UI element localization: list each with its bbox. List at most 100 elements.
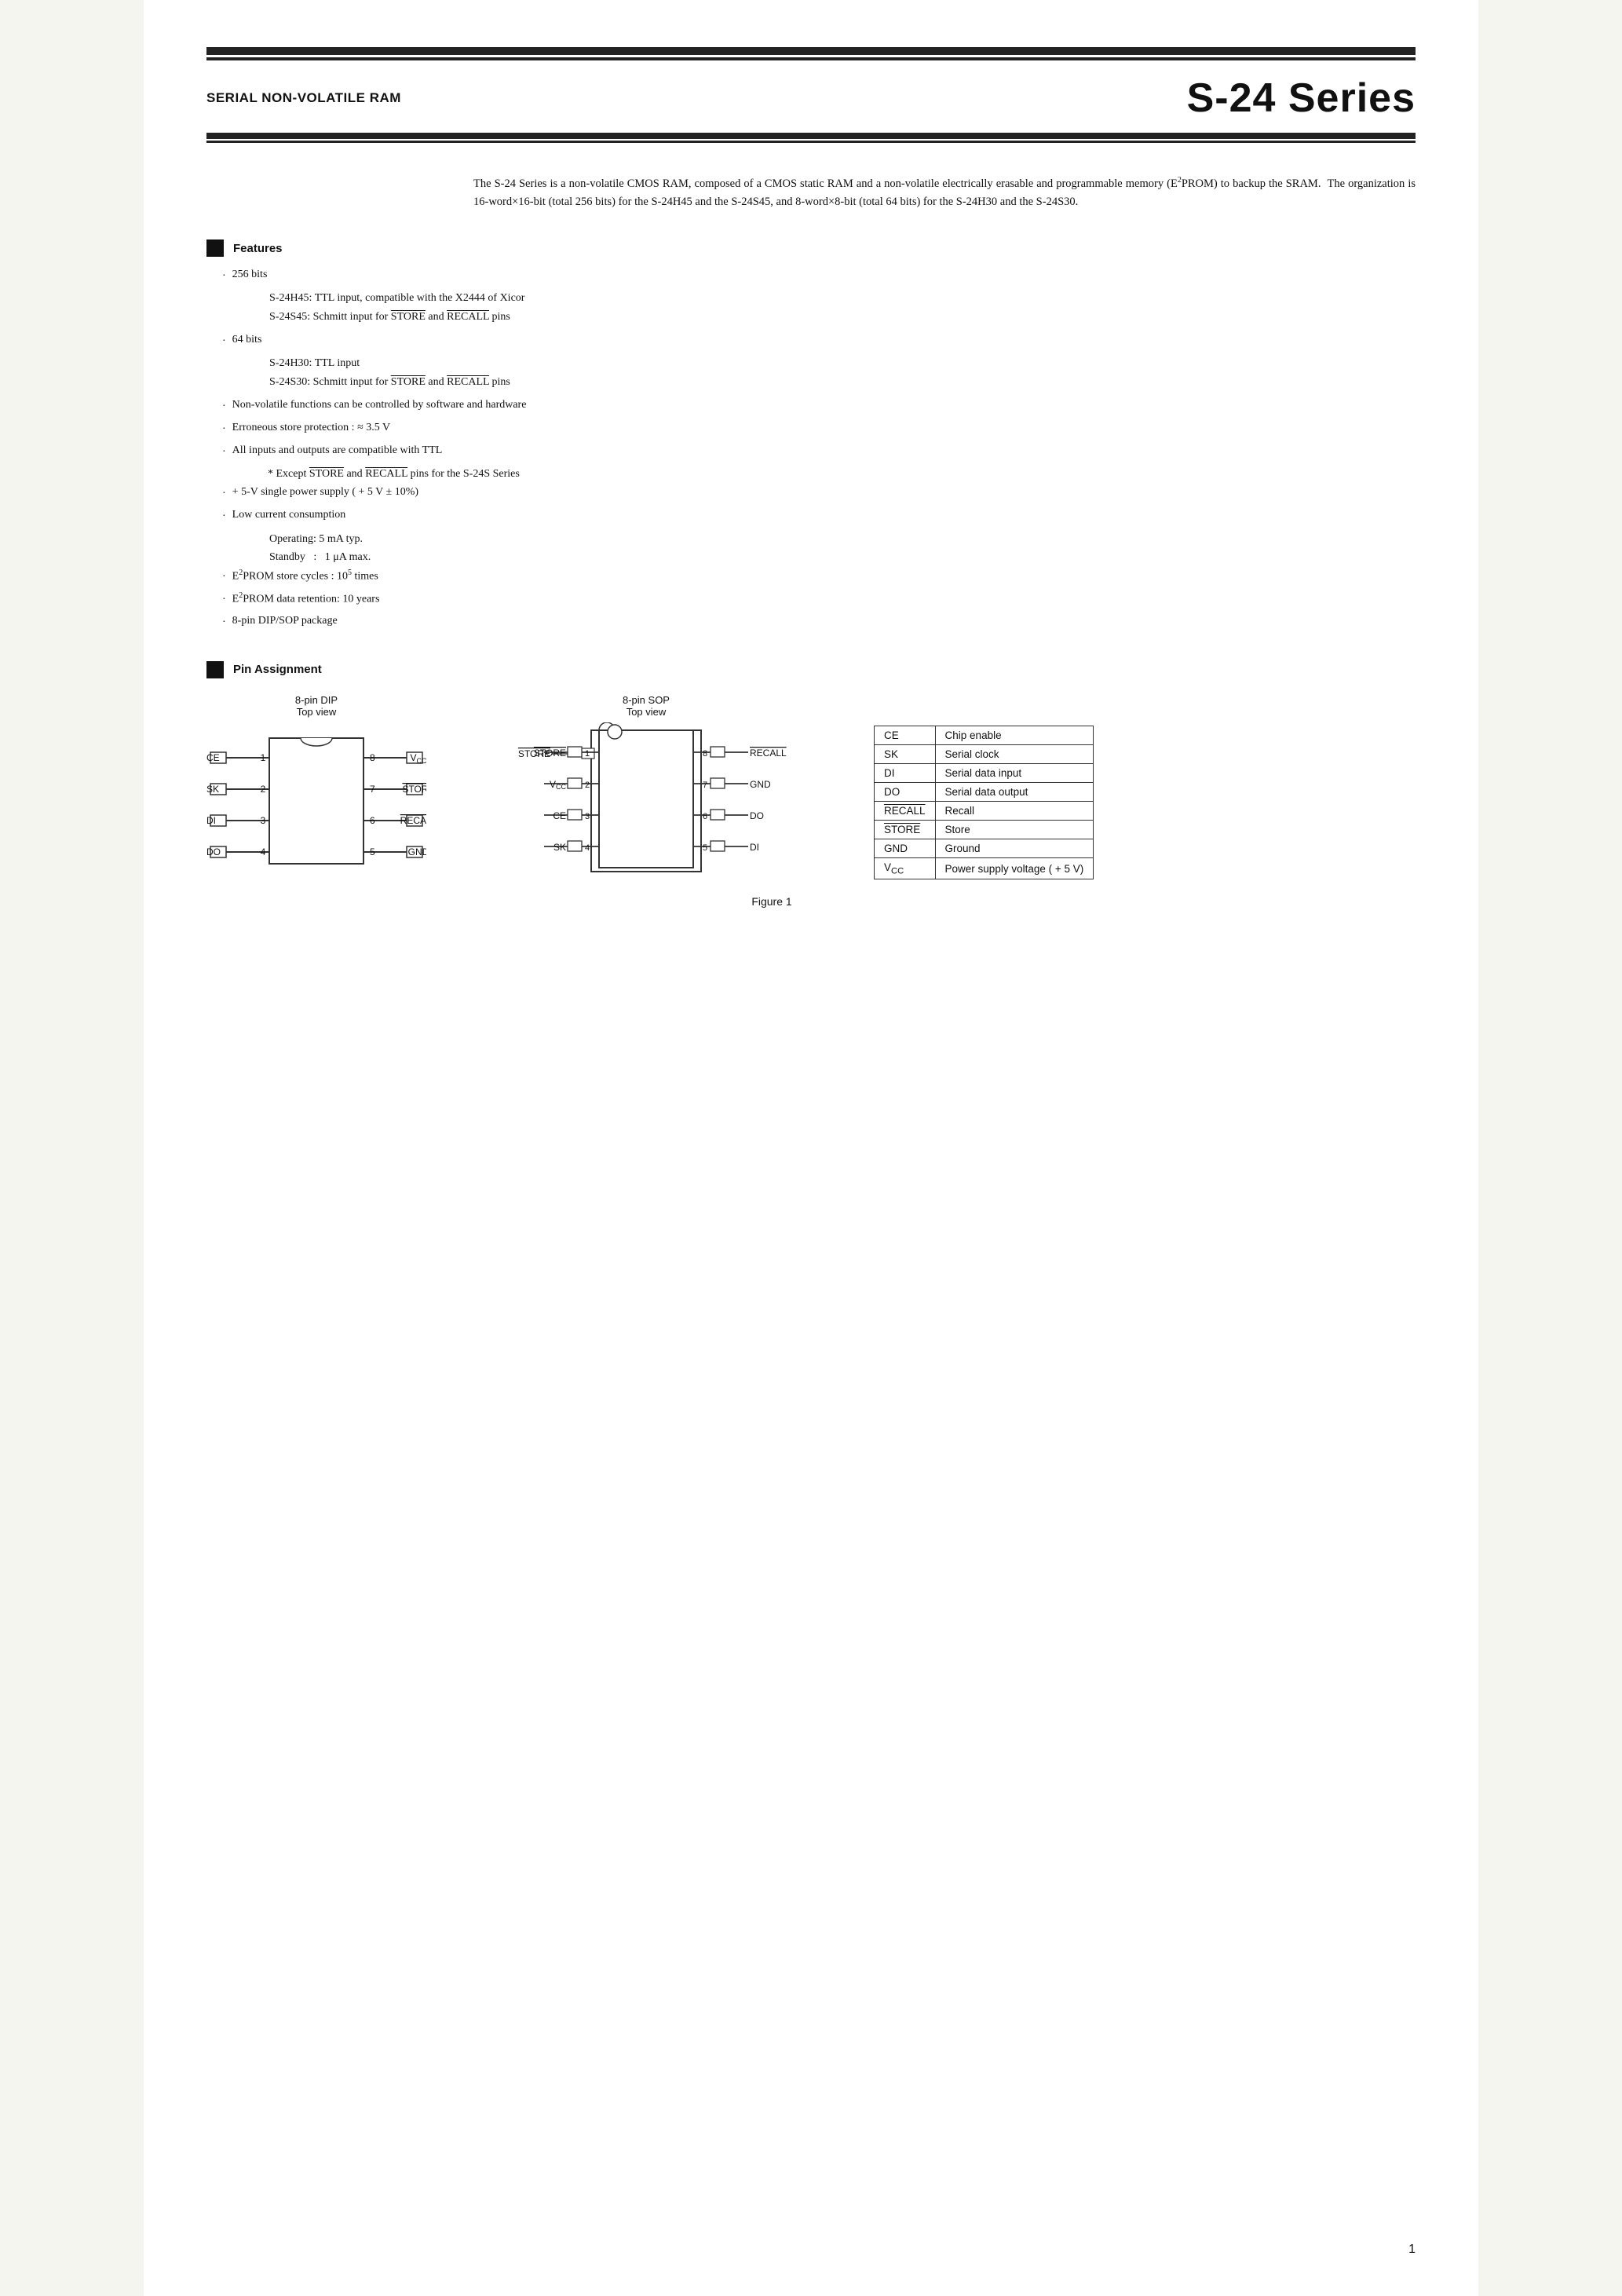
table-row: VCC Power supply voltage ( + 5 V) — [875, 857, 1094, 879]
svg-text:6: 6 — [370, 815, 375, 826]
feature-power: · + 5-V single power supply ( + 5 V ± 10… — [222, 484, 1416, 503]
figure-caption: Figure 1 — [128, 895, 1416, 908]
svg-text:7: 7 — [703, 781, 707, 790]
pin-store-desc: Store — [935, 820, 1094, 839]
svg-text:DI: DI — [750, 842, 759, 853]
svg-text:8: 8 — [703, 749, 707, 759]
pin-table-container: CE Chip enable SK Serial clock DI Serial… — [858, 726, 1094, 880]
feature-store-cycles-text: E2PROM store cycles : 105 times — [232, 567, 378, 586]
header-title: S-24 Series — [1187, 75, 1416, 122]
feature-data-retention: · E2PROM data retention: 10 years — [222, 590, 1416, 609]
pin-di-desc: Serial data input — [935, 763, 1094, 782]
svg-text:RECALL: RECALL — [750, 748, 787, 759]
page: SERIAL NON-VOLATILE RAM S-24 Series The … — [144, 0, 1478, 2296]
svg-text:5: 5 — [370, 846, 375, 857]
svg-text:4: 4 — [261, 846, 266, 857]
pin-diagrams-container: 8-pin DIP Top view CE 1 — [206, 694, 1416, 880]
feature-dot: · — [222, 506, 226, 526]
table-row: DI Serial data input — [875, 763, 1094, 782]
page-number: 1 — [1408, 2243, 1416, 2257]
sop-label: 8-pin SOP Top view — [623, 694, 670, 718]
sub-feature-standby: Standby : 1 μA max. — [269, 548, 1416, 567]
pin-ce: CE — [875, 726, 936, 744]
dip-label: 8-pin DIP Top view — [295, 694, 338, 718]
pin-table: CE Chip enable SK Serial clock DI Serial… — [874, 726, 1094, 880]
svg-text:SK: SK — [553, 842, 566, 853]
table-row: CE Chip enable — [875, 726, 1094, 744]
feature-nonvolatile: · Non-volatile functions can be controll… — [222, 397, 1416, 416]
pin-assignment-icon — [206, 661, 224, 678]
pin-vcc-desc: Power supply voltage ( + 5 V) — [935, 857, 1094, 879]
feature-data-retention-text: E2PROM data retention: 10 years — [232, 590, 380, 609]
svg-text:RECALL: RECALL — [400, 815, 426, 826]
sub-feature-24h45: S-24H45: TTL input, compatible with the … — [269, 289, 1416, 308]
main-content: The S-24 Series is a non-volatile CMOS R… — [206, 174, 1416, 908]
sub-feature-24s45: S-24S45: Schmitt input for STORE and REC… — [269, 308, 1416, 327]
svg-text:5: 5 — [703, 843, 707, 853]
feature-erroneous: · Erroneous store protection : ≈ 3.5 V — [222, 419, 1416, 439]
pin-recall-desc: Recall — [935, 801, 1094, 820]
header: SERIAL NON-VOLATILE RAM S-24 Series — [206, 60, 1416, 133]
svg-text:2: 2 — [261, 784, 266, 795]
svg-text:1: 1 — [585, 749, 590, 759]
sub-feature-24s30: S-24S30: Schmitt input for STORE and REC… — [269, 373, 1416, 392]
svg-text:4: 4 — [585, 843, 590, 853]
feature-dot: · — [222, 419, 226, 439]
intro-text: The S-24 Series is a non-volatile CMOS R… — [473, 177, 1416, 208]
header-bar-top-thick — [206, 47, 1416, 55]
pin-recall: RECALL — [875, 801, 936, 820]
feature-256bits-text: 256 bits — [232, 266, 268, 283]
sop-label-line1: 8-pin SOP — [623, 694, 670, 706]
header-subtitle: SERIAL NON-VOLATILE RAM — [206, 90, 401, 106]
svg-text:1: 1 — [261, 752, 266, 763]
features-title: Features — [233, 242, 283, 255]
dip-label-line1: 8-pin DIP — [295, 694, 338, 706]
svg-text:STORE: STORE — [402, 784, 426, 795]
feature-256bits: · 256 bits — [222, 266, 1416, 286]
feature-power-text: + 5-V single power supply ( + 5 V ± 10%) — [232, 484, 418, 501]
svg-text:GND: GND — [750, 779, 771, 790]
feature-dot: · — [222, 590, 226, 609]
feature-dot: · — [222, 331, 226, 351]
table-row: STORE Store — [875, 820, 1094, 839]
feature-inputs-ttl-text: All inputs and outputs are compatible wi… — [232, 442, 443, 459]
features-list: · 256 bits S-24H45: TTL input, compatibl… — [222, 266, 1416, 632]
pin-gnd: GND — [875, 839, 936, 857]
feature-64bits: · 64 bits — [222, 331, 1416, 351]
svg-text:VCC: VCC — [550, 779, 567, 791]
sop-label-line2: Top view — [627, 706, 667, 718]
svg-text:GND: GND — [408, 846, 426, 857]
table-row: GND Ground — [875, 839, 1094, 857]
dip-diagram: 8-pin DIP Top view CE 1 — [206, 694, 426, 879]
dip-label-line2: Top view — [297, 706, 337, 718]
pin-ce-desc: Chip enable — [935, 726, 1094, 744]
pin-di: DI — [875, 763, 936, 782]
sub-feature-24h30: S-24H30: TTL input — [269, 354, 1416, 373]
header-bar-bottom-thick — [206, 133, 1416, 139]
sub-feature-except: * Except STORE and RECALL pins for the S… — [268, 465, 1416, 484]
pin-assignment-title: Pin Assignment — [233, 663, 322, 676]
feature-dot: · — [222, 442, 226, 462]
feature-inputs-ttl: · All inputs and outputs are compatible … — [222, 442, 1416, 462]
features-icon — [206, 239, 224, 257]
svg-text:3: 3 — [585, 812, 590, 821]
pin-store: STORE — [875, 820, 936, 839]
feature-store-cycles: · E2PROM store cycles : 105 times — [222, 567, 1416, 587]
intro-paragraph: The S-24 Series is a non-volatile CMOS R… — [473, 174, 1416, 211]
svg-text:DI: DI — [206, 815, 216, 826]
pin-assignment-section-header: Pin Assignment — [206, 661, 1416, 678]
pin-vcc: VCC — [875, 857, 936, 879]
svg-text:CE: CE — [553, 810, 566, 821]
sop-svg-clean: STORE 1 VCC 2 CE 3 SK 4 — [505, 722, 787, 879]
feature-dot: · — [222, 612, 226, 632]
svg-text:6: 6 — [703, 812, 707, 821]
feature-dot: · — [222, 266, 226, 286]
table-row: SK Serial clock — [875, 744, 1094, 763]
feature-dot: · — [222, 484, 226, 503]
svg-text:3: 3 — [261, 815, 266, 826]
pin-do-desc: Serial data output — [935, 782, 1094, 801]
feature-package-text: 8-pin DIP/SOP package — [232, 612, 338, 630]
feature-package: · 8-pin DIP/SOP package — [222, 612, 1416, 632]
svg-text:DO: DO — [206, 846, 221, 857]
pin-sk-desc: Serial clock — [935, 744, 1094, 763]
